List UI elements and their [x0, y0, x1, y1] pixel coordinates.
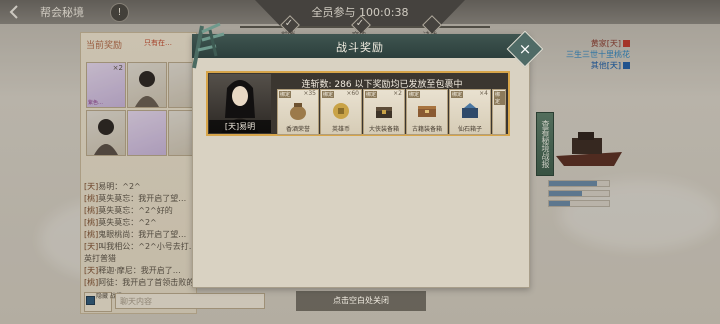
reward-item[interactable]: 绑定 ×60 英雄币: [320, 89, 362, 135]
item-count: ×4: [479, 90, 488, 97]
item-count: ×35: [303, 90, 316, 97]
reward-item[interactable]: 绑定 ×4 仙石箱子: [449, 89, 491, 135]
pouch-icon: [290, 103, 306, 120]
item-name: 英雄币: [331, 126, 350, 133]
bamboo-decoration-icon: [192, 22, 225, 69]
chest-icon: [376, 107, 392, 118]
box-icon: [418, 106, 436, 117]
reward-item[interactable]: 绑定 古籍装备箱: [406, 89, 448, 135]
coin-icon: [333, 103, 349, 119]
gem-chest-icon: [462, 103, 478, 118]
item-name: 香酒荣誉: [285, 126, 310, 133]
player-name: [天]易明: [209, 120, 271, 133]
item-count: ×60: [346, 90, 359, 97]
reward-item[interactable]: 绑定 ×35 香酒荣誉: [277, 89, 319, 135]
reward-item[interactable]: 绑定 ×2 大侠装备箱: [363, 89, 405, 135]
item-count: ×2: [393, 90, 402, 97]
item-name: 古籍装备箱: [411, 126, 442, 133]
item-name: 大侠装备箱: [368, 126, 399, 133]
close-icon[interactable]: ×: [512, 36, 538, 62]
modal-title: 战斗奖励: [336, 41, 384, 54]
reward-item[interactable]: 绑定: [492, 89, 506, 135]
item-name: 仙石箱子: [457, 126, 482, 133]
close-hint[interactable]: 点击空白处关闭: [296, 291, 426, 311]
